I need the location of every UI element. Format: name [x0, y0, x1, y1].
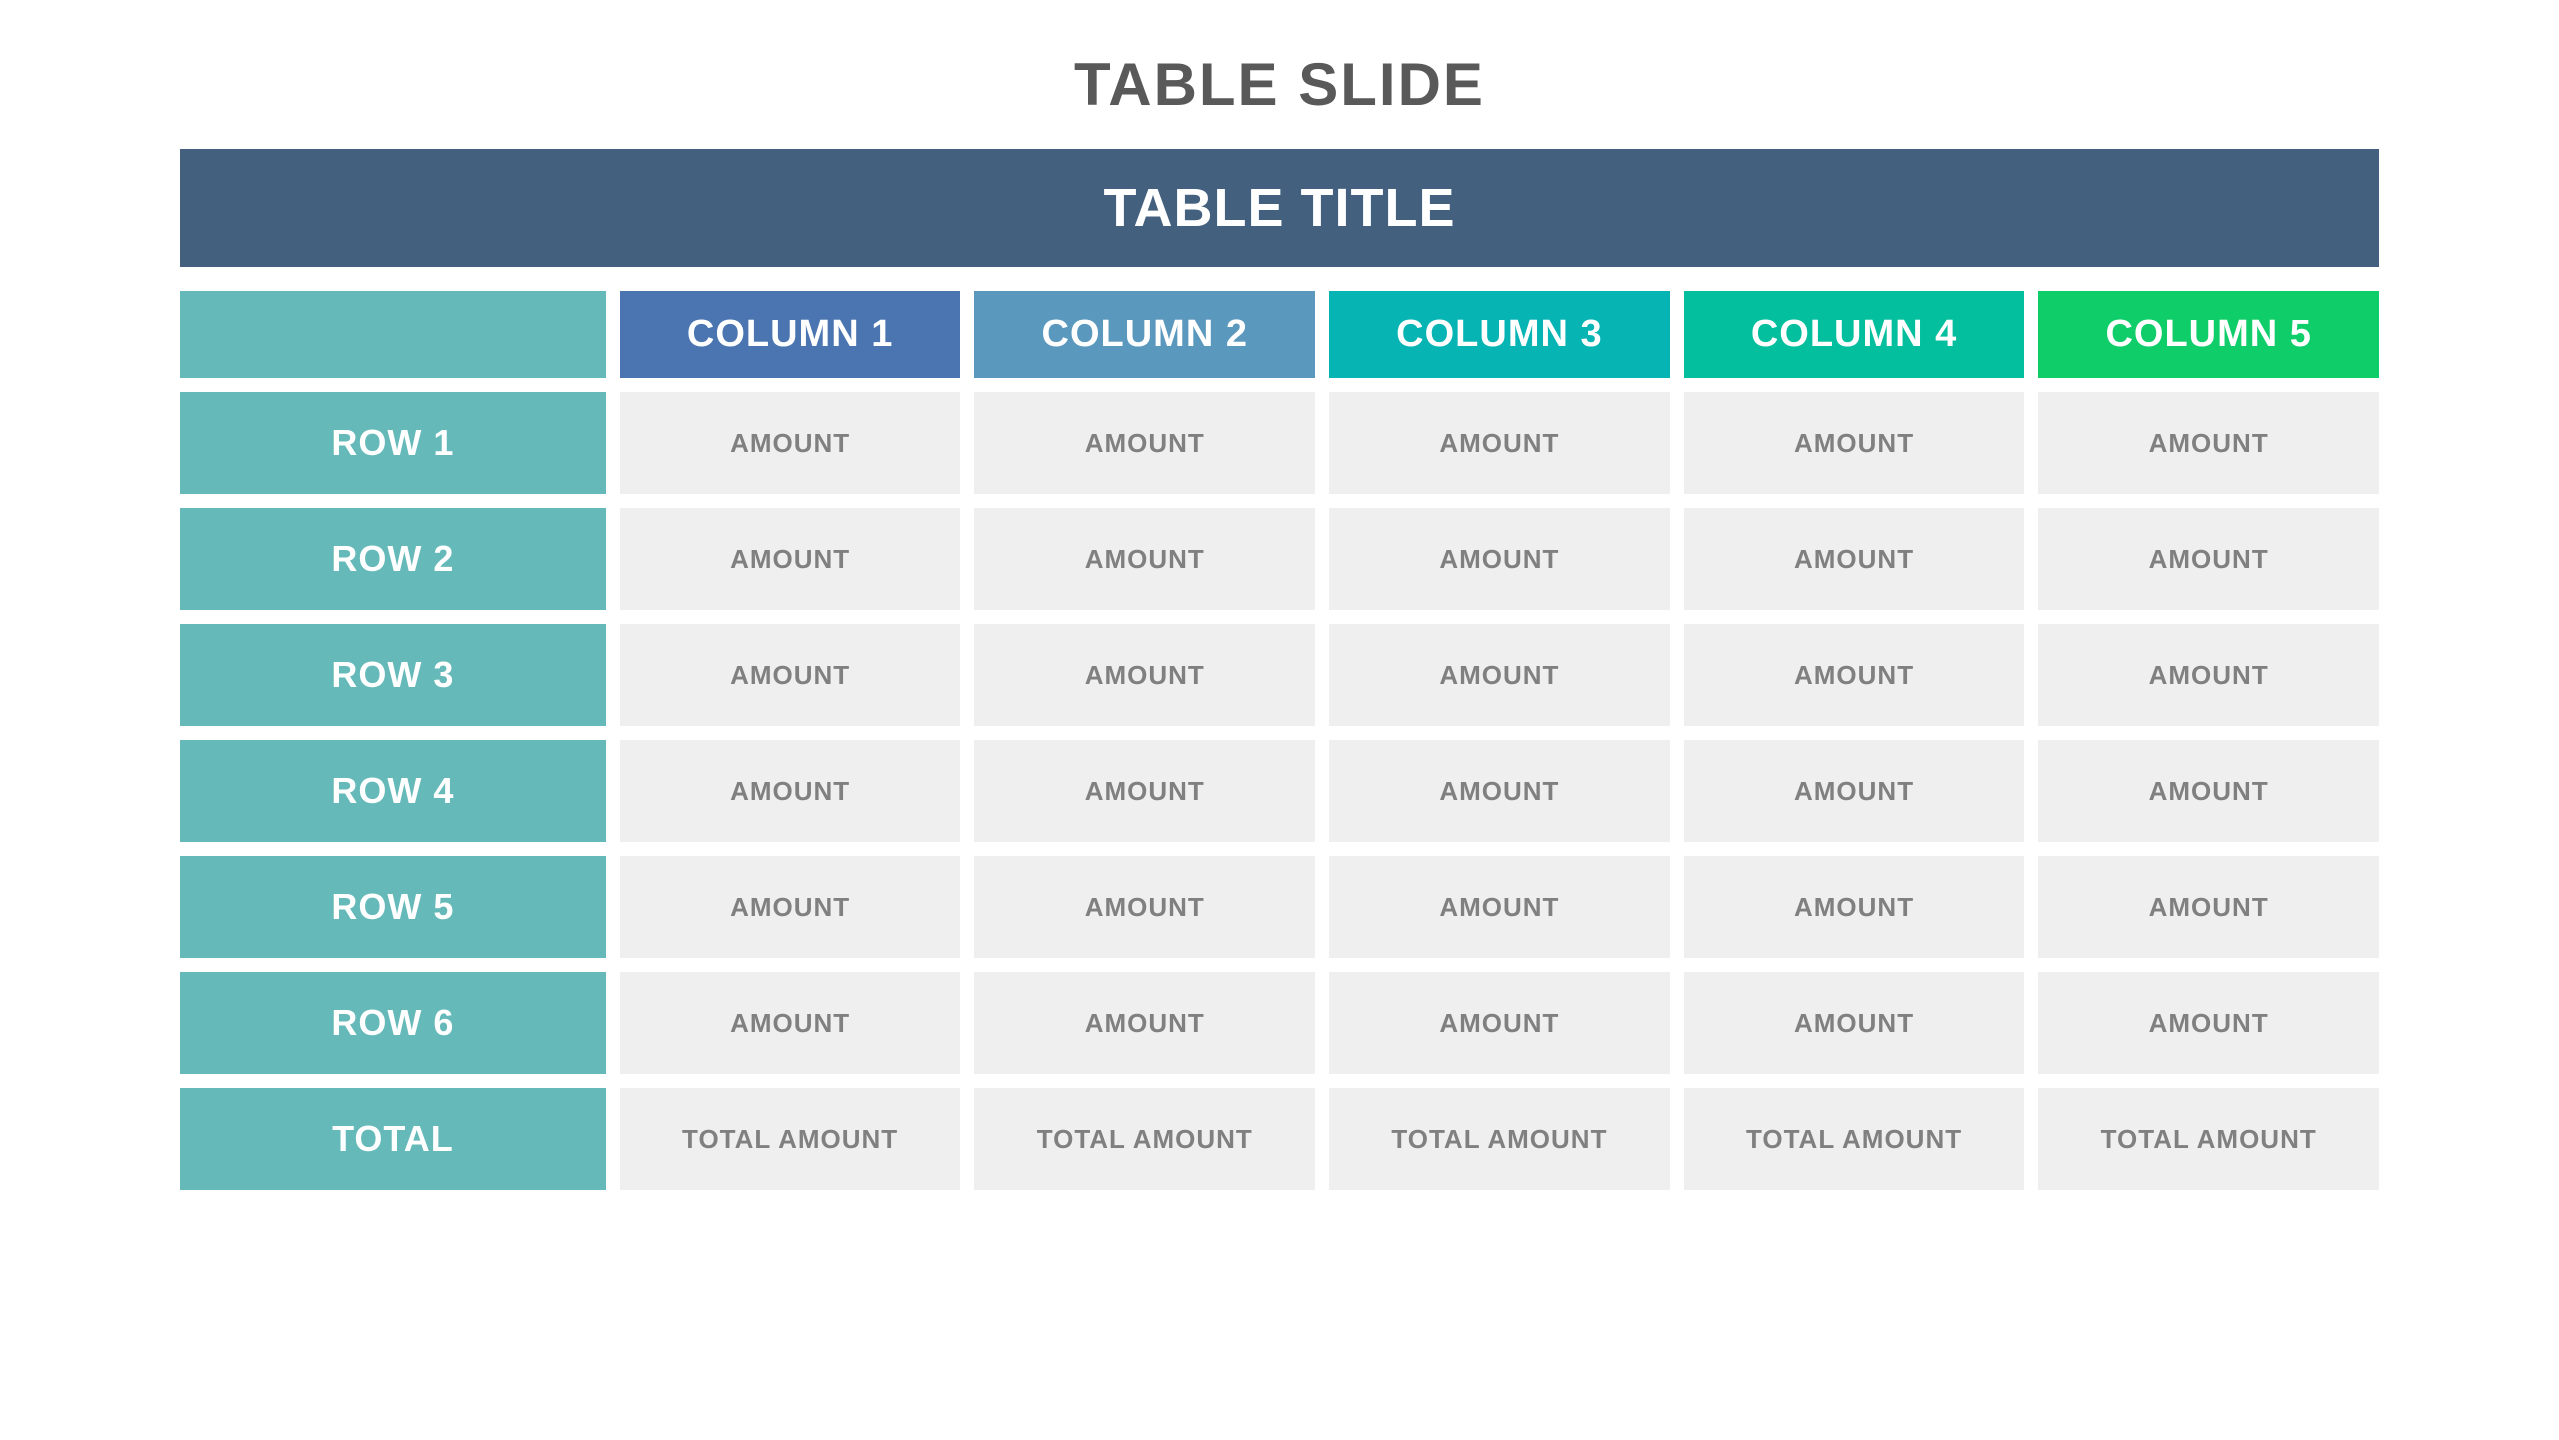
table-cell: AMOUNT [1329, 624, 1670, 726]
table-cell: AMOUNT [1329, 508, 1670, 610]
row-header-blank [180, 291, 606, 378]
table-total-cell: TOTAL AMOUNT [974, 1088, 1315, 1190]
row-label-total: TOTAL [180, 1088, 606, 1190]
table-cell: AMOUNT [1329, 972, 1670, 1074]
row-label: ROW 4 [180, 740, 606, 842]
table-total-cell: TOTAL AMOUNT [1684, 1088, 2025, 1190]
table-cell: AMOUNT [974, 508, 1315, 610]
table-row: ROW 4 AMOUNT AMOUNT AMOUNT AMOUNT AMOUNT [180, 740, 2379, 842]
table-cell: AMOUNT [974, 740, 1315, 842]
row-label: ROW 3 [180, 624, 606, 726]
table-row: ROW 5 AMOUNT AMOUNT AMOUNT AMOUNT AMOUNT [180, 856, 2379, 958]
table-cell: AMOUNT [1684, 972, 2025, 1074]
table-cell: AMOUNT [620, 392, 961, 494]
column-header: COLUMN 4 [1684, 291, 2025, 378]
row-label: ROW 5 [180, 856, 606, 958]
table-cell: AMOUNT [974, 856, 1315, 958]
table-cell: AMOUNT [2038, 508, 2379, 610]
table-total-cell: TOTAL AMOUNT [2038, 1088, 2379, 1190]
table-total-cell: TOTAL AMOUNT [620, 1088, 961, 1190]
table-cell: AMOUNT [620, 740, 961, 842]
row-label: ROW 1 [180, 392, 606, 494]
table-cell: AMOUNT [1684, 740, 2025, 842]
table-row: ROW 2 AMOUNT AMOUNT AMOUNT AMOUNT AMOUNT [180, 508, 2379, 610]
table-cell: AMOUNT [974, 624, 1315, 726]
table-cell: AMOUNT [620, 972, 961, 1074]
table-cell: AMOUNT [2038, 624, 2379, 726]
slide: TABLE SLIDE TABLE TITLE COLUMN 1 COLUMN … [0, 0, 2559, 1440]
table-total-row: TOTAL TOTAL AMOUNT TOTAL AMOUNT TOTAL AM… [180, 1088, 2379, 1190]
table-cell: AMOUNT [620, 508, 961, 610]
table-cell: AMOUNT [1684, 392, 2025, 494]
table-row: ROW 3 AMOUNT AMOUNT AMOUNT AMOUNT AMOUNT [180, 624, 2379, 726]
table-cell: AMOUNT [1329, 856, 1670, 958]
column-header: COLUMN 1 [620, 291, 961, 378]
table-total-cell: TOTAL AMOUNT [1329, 1088, 1670, 1190]
column-header: COLUMN 3 [1329, 291, 1670, 378]
table-cell: AMOUNT [2038, 392, 2379, 494]
column-header: COLUMN 2 [974, 291, 1315, 378]
table: TABLE TITLE COLUMN 1 COLUMN 2 COLUMN 3 C… [180, 149, 2379, 1190]
row-label: ROW 6 [180, 972, 606, 1074]
table-row: ROW 6 AMOUNT AMOUNT AMOUNT AMOUNT AMOUNT [180, 972, 2379, 1074]
column-header: COLUMN 5 [2038, 291, 2379, 378]
row-label: ROW 2 [180, 508, 606, 610]
slide-title: TABLE SLIDE [1074, 50, 1485, 119]
table-cell: AMOUNT [2038, 856, 2379, 958]
table-cell: AMOUNT [620, 624, 961, 726]
table-cell: AMOUNT [2038, 740, 2379, 842]
table-cell: AMOUNT [1329, 740, 1670, 842]
table-cell: AMOUNT [620, 856, 961, 958]
table-cell: AMOUNT [1329, 392, 1670, 494]
table-cell: AMOUNT [1684, 624, 2025, 726]
table-title: TABLE TITLE [180, 149, 2379, 267]
table-cell: AMOUNT [1684, 508, 2025, 610]
column-header-row: COLUMN 1 COLUMN 2 COLUMN 3 COLUMN 4 COLU… [180, 291, 2379, 378]
table-cell: AMOUNT [2038, 972, 2379, 1074]
table-cell: AMOUNT [974, 972, 1315, 1074]
table-row: ROW 1 AMOUNT AMOUNT AMOUNT AMOUNT AMOUNT [180, 392, 2379, 494]
table-cell: AMOUNT [1684, 856, 2025, 958]
table-cell: AMOUNT [974, 392, 1315, 494]
